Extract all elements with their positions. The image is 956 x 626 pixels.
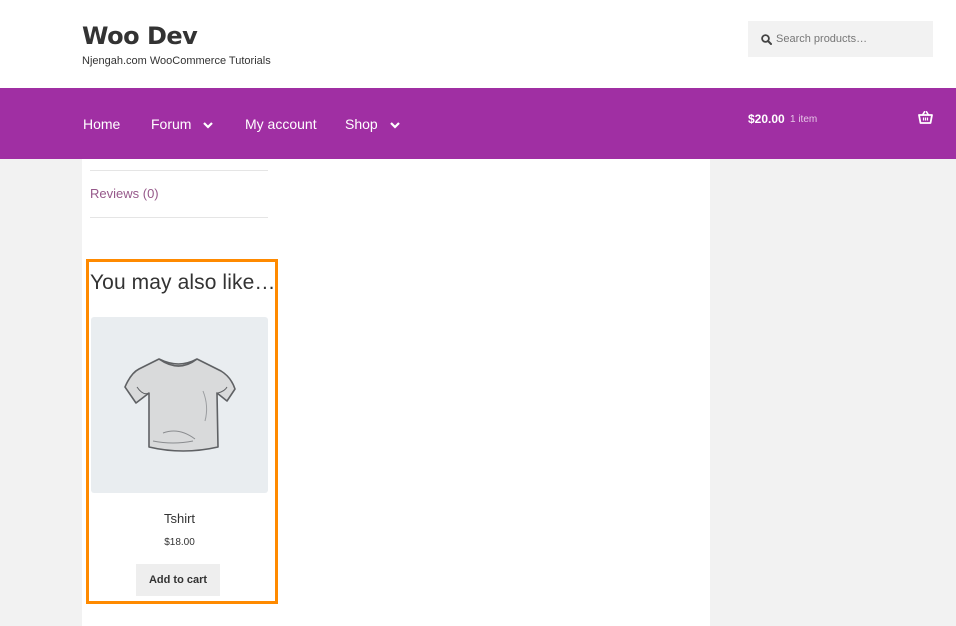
nav-item-label: Shop xyxy=(345,116,378,132)
site-tagline: Njengah.com WooCommerce Tutorials xyxy=(82,55,271,67)
tab-divider xyxy=(90,170,268,171)
main-content: Reviews (0) You may also like… Tshirt $1… xyxy=(82,159,710,626)
primary-navigation: Home Forum My account Shop $20.00 1 item xyxy=(0,88,956,159)
cart-total[interactable]: $20.00 xyxy=(748,112,785,126)
nav-item-label: Forum xyxy=(151,116,192,132)
site-header: Woo Dev Njengah.com WooCommerce Tutorial… xyxy=(0,0,956,88)
search-input[interactable] xyxy=(776,21,926,57)
nav-item-label: My account xyxy=(245,116,317,132)
search-box[interactable] xyxy=(748,21,933,57)
nav-item-shop[interactable]: Shop xyxy=(345,116,400,132)
search-icon xyxy=(761,34,772,45)
basket-icon[interactable] xyxy=(918,111,933,129)
nav-item-my-account[interactable]: My account xyxy=(245,116,317,132)
chevron-down-icon[interactable] xyxy=(203,116,214,132)
nav-item-label: Home xyxy=(83,116,121,132)
product-image[interactable] xyxy=(91,317,268,493)
product-price: $18.00 xyxy=(164,537,195,548)
site-title[interactable]: Woo Dev xyxy=(82,22,198,50)
add-to-cart-button[interactable]: Add to cart xyxy=(136,564,220,596)
tab-reviews[interactable]: Reviews (0) xyxy=(90,186,159,201)
related-products-heading: You may also like… xyxy=(90,271,276,294)
tab-divider xyxy=(90,217,268,218)
nav-item-home[interactable]: Home xyxy=(83,116,120,132)
nav-item-forum[interactable]: Forum xyxy=(151,116,214,132)
tshirt-icon xyxy=(124,358,236,452)
chevron-down-icon[interactable] xyxy=(389,116,400,132)
product-name[interactable]: Tshirt xyxy=(91,511,268,526)
cart-count[interactable]: 1 item xyxy=(790,114,817,125)
